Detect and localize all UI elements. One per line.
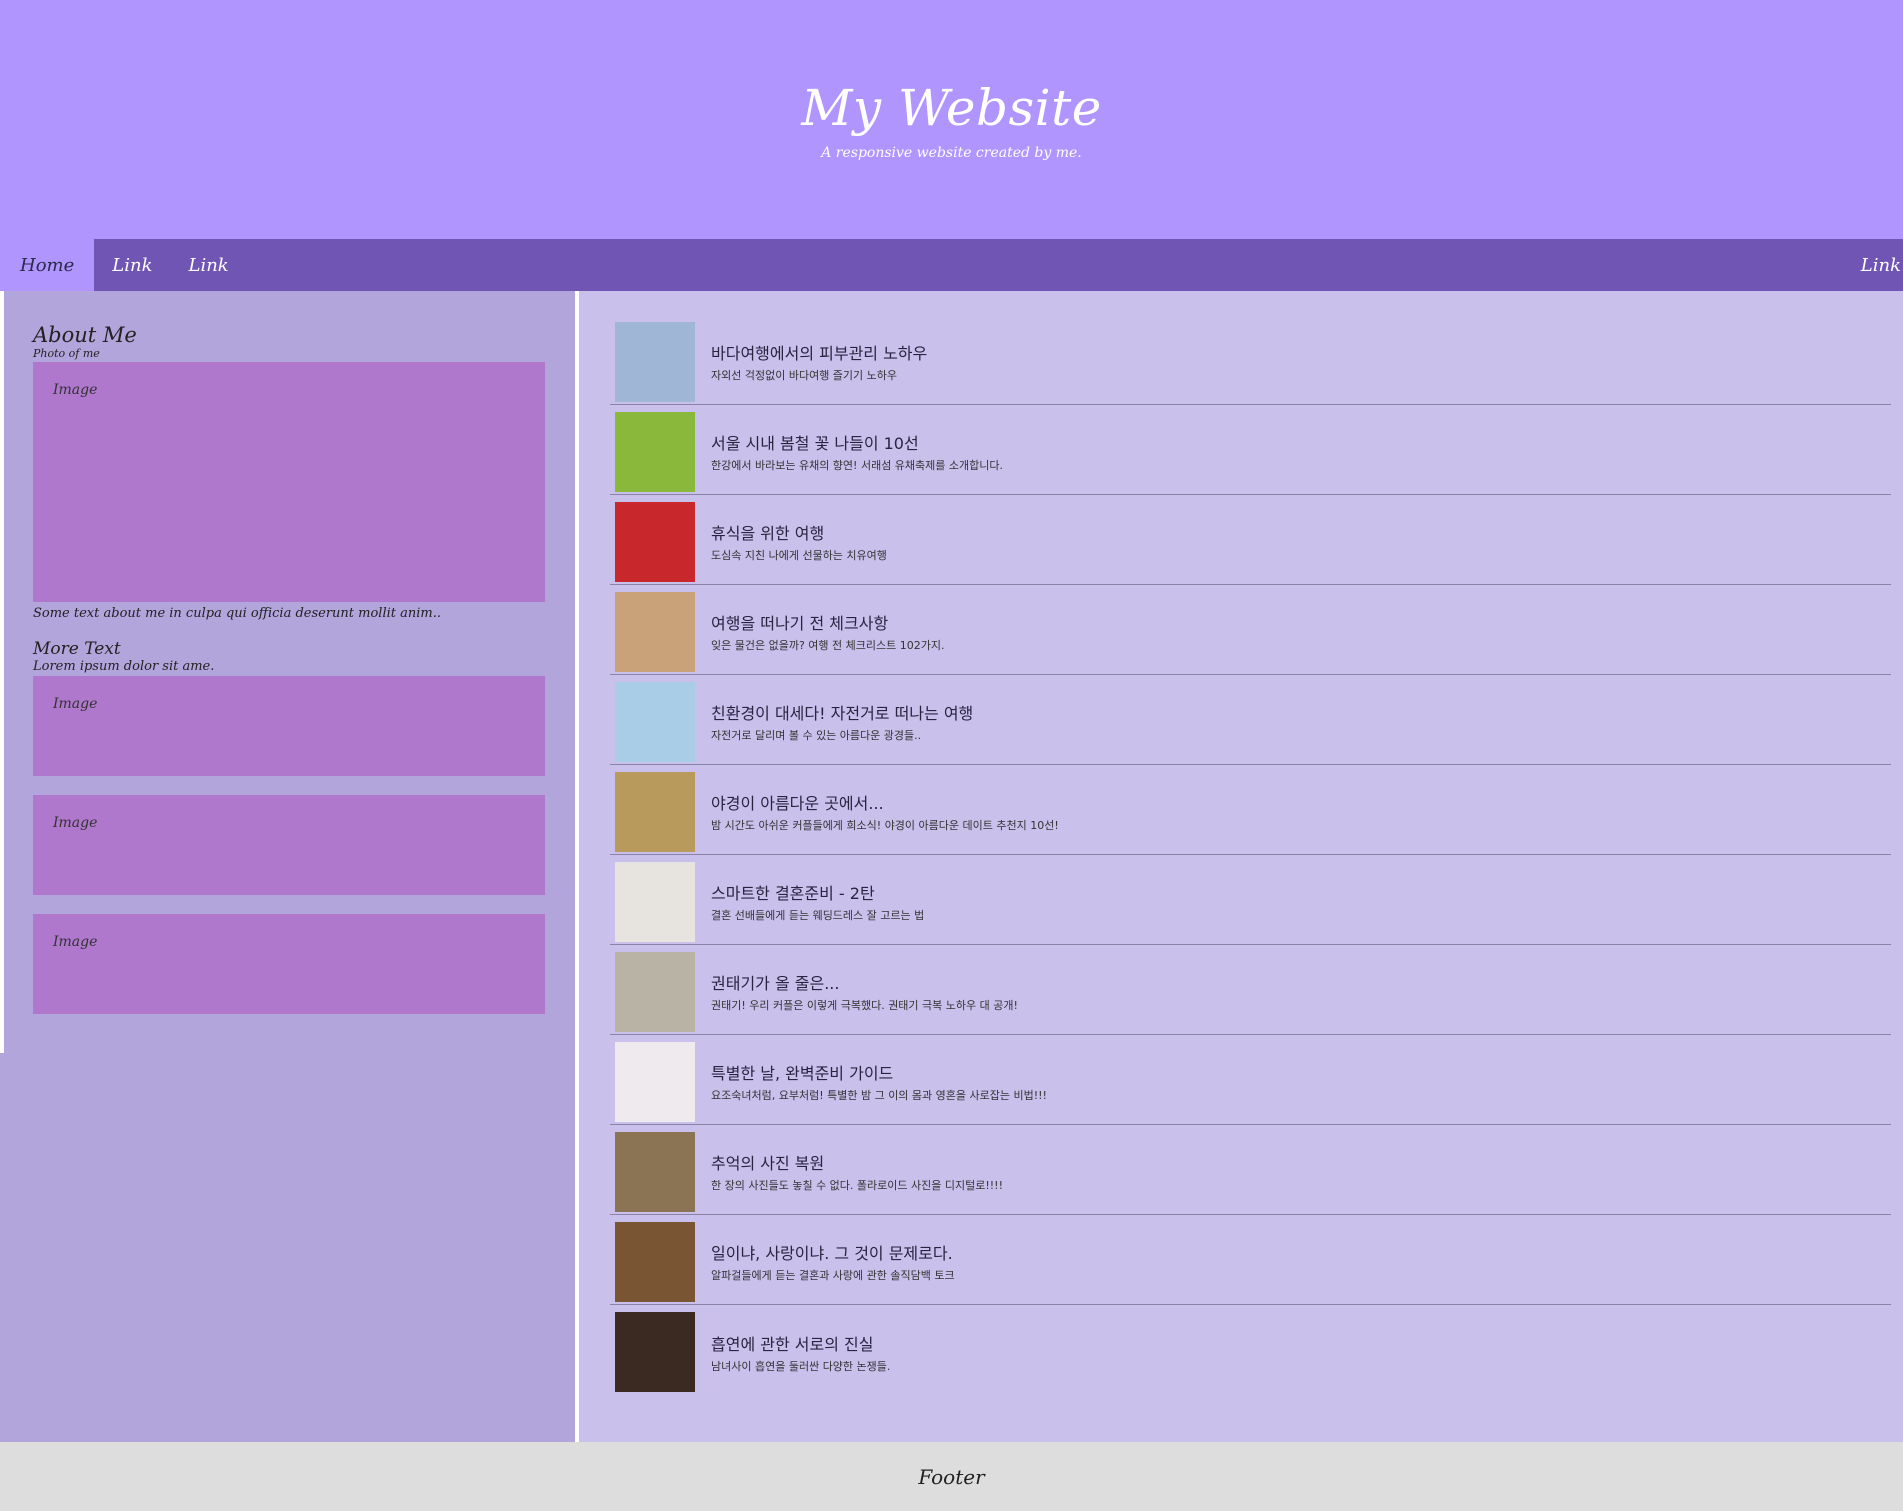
article-title[interactable]: 여행을 떠나기 전 체크사항: [711, 610, 944, 634]
article-thumbnail: [615, 321, 695, 402]
nav-link-2[interactable]: Link: [170, 239, 246, 291]
navbar: Home Link Link Link: [0, 239, 1903, 291]
list-item[interactable]: 야경이 아름다운 곳에서... 밤 시간도 아쉬운 커플들에게 희소식! 야경이 …: [610, 765, 1891, 855]
article-desc: 잊은 물건은 없을까? 여행 전 체크리스트 102가지.: [711, 639, 945, 652]
about-text: Some text about me in culpa qui officia …: [33, 606, 442, 621]
sidebar: About Me Photo of me Image Some text abo…: [0, 291, 577, 1442]
article-thumbnail: [615, 1221, 695, 1302]
side-image-3: Image: [33, 914, 545, 1014]
article-title[interactable]: 스마트한 결혼준비 - 2탄: [711, 880, 924, 904]
list-item[interactable]: 일이냐, 사랑이냐. 그 것이 문제로다. 알파걸들에게 듣는 결혼과 사랑에 관…: [610, 1215, 1891, 1305]
article-desc: 한 장의 사진들도 놓칠 수 없다. 폴라로이드 사진을 디지털로!!!!: [711, 1179, 1003, 1192]
list-item[interactable]: 여행을 떠나기 전 체크사항잊은 물건은 없을까? 여행 전 체크리스트 102…: [610, 585, 1891, 675]
article-desc: 남녀사이 흡연을 둘러싼 다양한 논쟁들.: [711, 1359, 891, 1373]
article-thumbnail: [615, 1041, 695, 1122]
article-thumbnail: [615, 591, 695, 672]
article-title[interactable]: 일이냐, 사랑이냐. 그 것이 문제로다.: [711, 1240, 955, 1264]
article-title[interactable]: 흡연에 관한 서로의 진실: [711, 1331, 890, 1355]
article-thumbnail: [615, 771, 695, 852]
nav-link-1[interactable]: Link: [94, 239, 170, 291]
more-title: More Text: [33, 639, 121, 659]
article-desc: 자전거로 달리며 볼 수 있는 아름다운 광경들..: [711, 729, 922, 742]
image-label: Image: [53, 934, 98, 950]
nav-link-right[interactable]: Link: [1843, 239, 1903, 291]
list-item[interactable]: 친환경이 대세다! 자전거로 떠나는 여행자전거로 달리며 볼 수 있는 아름다…: [610, 675, 1891, 765]
list-item[interactable]: 흡연에 관한 서로의 진실남녀사이 흡연을 둘러싼 다양한 논쟁들.: [610, 1305, 1891, 1395]
list-item[interactable]: 특별한 날, 완벽준비 가이드요조숙녀처럼, 요부처럼! 특별한 밤 그 이의 …: [610, 1035, 1891, 1125]
site-header: My Website A responsive website created …: [0, 0, 1903, 239]
list-item[interactable]: 추억의 사진 복원한 장의 사진들도 놓칠 수 없다. 폴라로이드 사진을 디지…: [610, 1125, 1891, 1215]
article-desc: 자외선 걱정없이 바다여행 즐기기 노하우: [711, 369, 898, 382]
article-title[interactable]: 휴식을 위한 여행: [711, 520, 887, 544]
site-footer: Footer: [0, 1442, 1903, 1511]
article-thumbnail: [615, 1131, 695, 1212]
list-item[interactable]: 휴식을 위한 여행도심속 지친 나에게 선물하는 치유여행: [610, 495, 1891, 585]
image-label: Image: [53, 815, 98, 831]
article-thumbnail: [615, 681, 695, 762]
article-thumbnail: [615, 411, 695, 492]
article-title[interactable]: 바다여행에서의 피부관리 노하우: [711, 340, 927, 364]
article-title[interactable]: 권태기가 올 줄은...: [711, 970, 1018, 994]
article-desc: 요조숙녀처럼, 요부처럼! 특별한 밤 그 이의 몸과 영혼을 사로잡는 비법!…: [711, 1089, 1047, 1102]
article-title[interactable]: 서울 시내 봄철 꽃 나들이 10선: [711, 430, 1003, 454]
about-title: About Me: [33, 323, 137, 347]
list-item[interactable]: 스마트한 결혼준비 - 2탄결혼 선배들에게 듣는 웨딩드레스 잘 고르는 법: [610, 855, 1891, 945]
list-item[interactable]: 권태기가 올 줄은... 권태기! 우리 커플은 이렇게 극복했다. 권태기 극복…: [610, 945, 1891, 1035]
article-desc: 결혼 선배들에게 듣는 웨딩드레스 잘 고르는 법: [711, 909, 925, 922]
article-thumbnail: [615, 1312, 695, 1392]
more-text: Lorem ipsum dolor sit ame.: [33, 659, 215, 674]
list-item[interactable]: 서울 시내 봄철 꽃 나들이 10선한강에서 바라보는 유채의 향연! 서래섬 …: [610, 405, 1891, 495]
article-thumbnail: [615, 951, 695, 1032]
about-image: Image: [33, 362, 545, 602]
site-title: My Website: [801, 78, 1102, 137]
content-row: About Me Photo of me Image Some text abo…: [0, 291, 1903, 1442]
article-list: 바다여행에서의 피부관리 노하우자외선 걱정없이 바다여행 즐기기 노하우 서울…: [577, 291, 1903, 1442]
article-title[interactable]: 야경이 아름다운 곳에서...: [711, 790, 1059, 814]
image-label: Image: [53, 382, 98, 398]
nav-home[interactable]: Home: [0, 239, 95, 291]
footer-text: Footer: [918, 1464, 985, 1489]
article-title[interactable]: 친환경이 대세다! 자전거로 떠나는 여행: [711, 700, 973, 724]
article-desc: 밤 시간도 아쉬운 커플들에게 희소식! 야경이 아름다운 데이트 추천지 10…: [711, 819, 1059, 832]
photo-caption: Photo of me: [33, 347, 100, 360]
article-title[interactable]: 특별한 날, 완벽준비 가이드: [711, 1060, 1047, 1084]
article-desc: 권태기! 우리 커플은 이렇게 극복했다. 권태기 극복 노하우 대 공개!: [711, 999, 1018, 1012]
article-desc: 한강에서 바라보는 유채의 향연! 서래섬 유채축제를 소개합니다.: [711, 459, 1004, 472]
article-title[interactable]: 추억의 사진 복원: [711, 1150, 1003, 1174]
image-label: Image: [53, 696, 98, 712]
article-thumbnail: [615, 501, 695, 582]
site-tagline: A responsive website created by me.: [821, 144, 1082, 161]
article-desc: 알파걸들에게 듣는 결혼과 사랑에 관한 솔직담백 토크: [711, 1269, 955, 1282]
article-thumbnail: [615, 861, 695, 942]
side-image-1: Image: [33, 676, 545, 776]
list-item[interactable]: 바다여행에서의 피부관리 노하우자외선 걱정없이 바다여행 즐기기 노하우: [610, 315, 1891, 405]
side-image-2: Image: [33, 795, 545, 895]
article-desc: 도심속 지친 나에게 선물하는 치유여행: [711, 549, 887, 562]
